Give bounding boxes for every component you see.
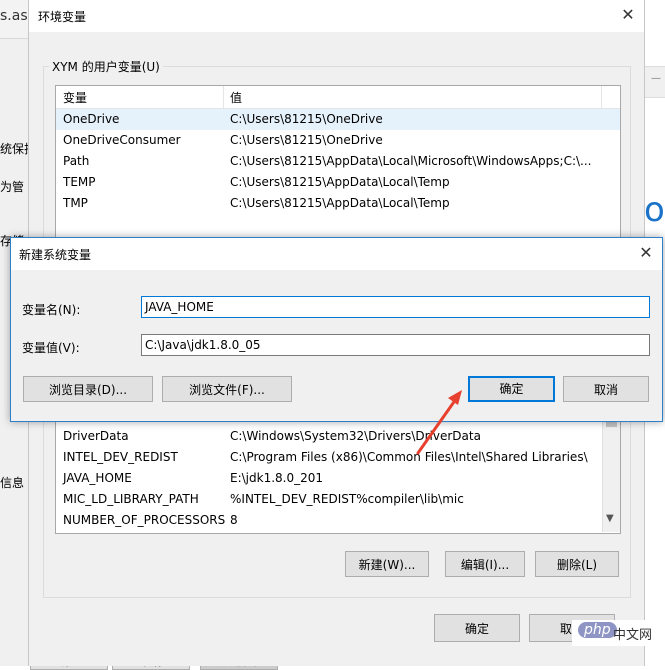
annotation-arrow-icon bbox=[416, 390, 462, 455]
watermark-logo: php bbox=[578, 622, 617, 638]
watermark-text: 中文网 bbox=[613, 628, 653, 643]
